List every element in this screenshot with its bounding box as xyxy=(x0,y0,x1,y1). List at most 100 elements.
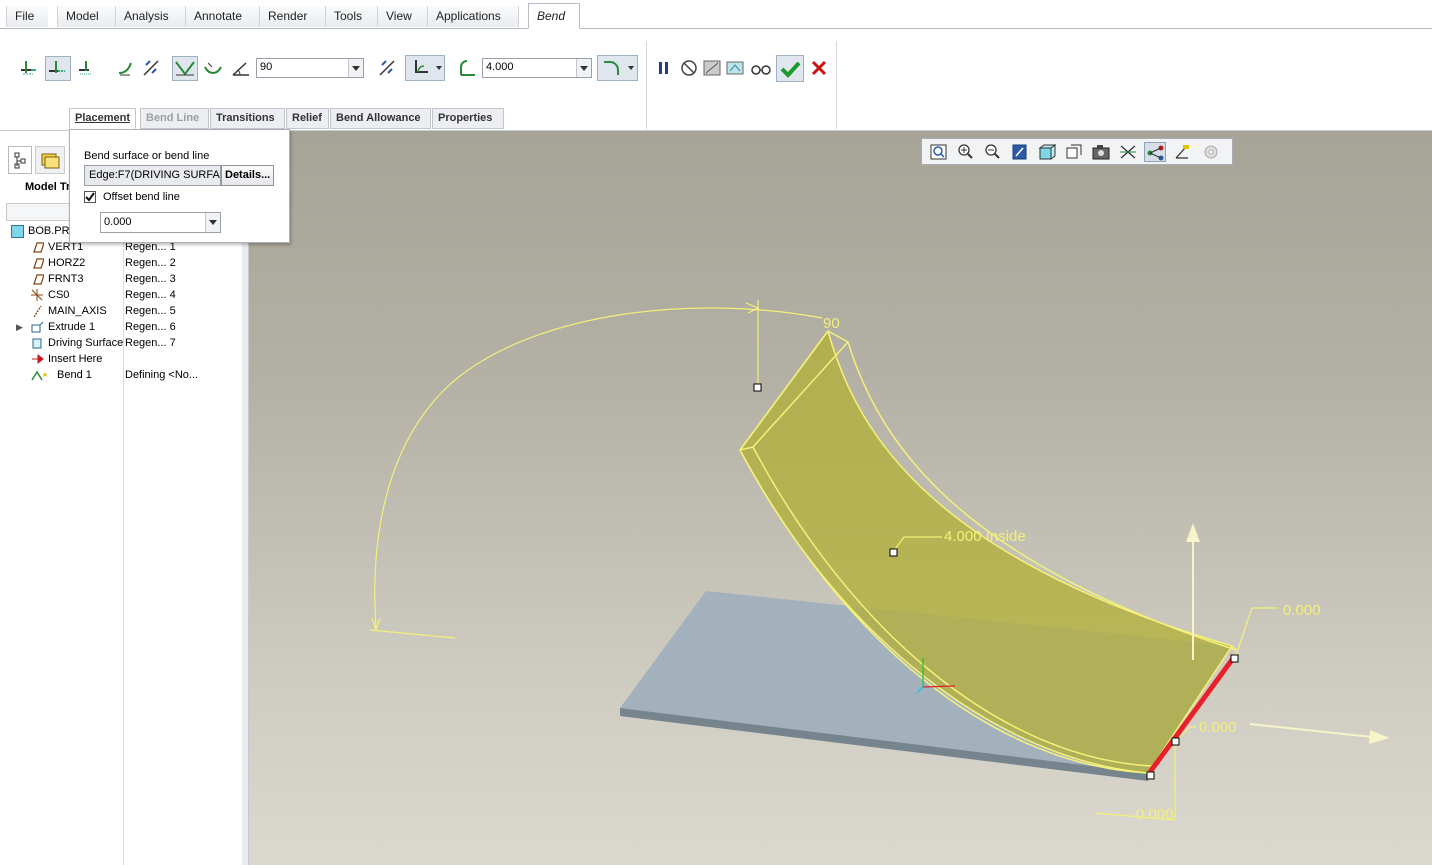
tab-annotate[interactable]: Annotate xyxy=(185,6,259,27)
pause-icon[interactable] xyxy=(653,57,675,79)
chevron-down-icon[interactable] xyxy=(348,59,363,77)
direction-arrow[interactable] xyxy=(1249,723,1373,738)
radius-icon xyxy=(456,57,478,79)
tree-item-status: Regen... xyxy=(125,337,167,349)
display-style-icon[interactable] xyxy=(1036,142,1058,162)
zoom-in-icon[interactable] xyxy=(955,142,977,162)
radius-dimension-label[interactable]: 4.000 Inside xyxy=(944,528,1026,545)
drag-handle[interactable] xyxy=(1146,771,1155,780)
reference-collector[interactable]: Edge:F7(DRIVING SURFACE) xyxy=(84,165,221,186)
datum-axis-icon xyxy=(33,305,42,317)
checkmark-icon xyxy=(85,192,95,202)
offset-dimension-label[interactable]: 0.000 xyxy=(1136,806,1174,823)
tab-view[interactable]: View xyxy=(377,6,427,27)
tree-item-status: Regen... xyxy=(125,289,167,301)
bend-direction-icon[interactable] xyxy=(115,57,137,79)
offset-leader xyxy=(1235,607,1278,656)
chevron-down-icon[interactable] xyxy=(205,213,220,232)
datum-plane-icon xyxy=(33,242,44,253)
extrude-icon xyxy=(31,321,44,333)
drag-handle[interactable] xyxy=(1171,737,1180,746)
angle-icon xyxy=(230,57,252,79)
bend-other-side-icon[interactable] xyxy=(202,57,224,79)
bend-transition-icon[interactable] xyxy=(76,57,98,79)
view-manager-icon[interactable] xyxy=(1090,142,1112,162)
geometry-preview-icon[interactable] xyxy=(701,57,723,79)
view-toolbar xyxy=(921,138,1233,165)
tree-item-status: Regen... xyxy=(125,321,167,333)
glasses-preview-icon[interactable] xyxy=(750,57,772,79)
tree-item-number: 6 xyxy=(169,321,176,333)
flip-direction-icon[interactable] xyxy=(140,57,162,79)
surface-icon xyxy=(32,338,42,349)
offset-dimension-label[interactable]: 0.000 xyxy=(1199,719,1237,736)
tab-tools[interactable]: Tools xyxy=(325,6,377,27)
appearance-icon[interactable] xyxy=(1200,142,1222,162)
angle-dimension-label[interactable]: 90 xyxy=(823,315,840,332)
radius-combo[interactable]: 4.000 xyxy=(482,58,592,78)
offset-checkbox-label: Offset bend line xyxy=(103,191,180,203)
tree-item-status: Regen... xyxy=(125,273,167,285)
subtab-relief[interactable]: Relief xyxy=(286,108,329,129)
coordinate-system-icon xyxy=(31,289,43,301)
offset-value-combo[interactable]: 0.000 xyxy=(100,212,221,233)
folder-browser-tab-icon[interactable] xyxy=(35,146,65,174)
bend-roll-icon[interactable] xyxy=(45,56,71,81)
tree-item-name: FRNT3 xyxy=(48,273,84,285)
repaint-icon[interactable] xyxy=(1009,142,1031,162)
refit-icon[interactable] xyxy=(928,142,950,162)
tab-analysis[interactable]: Analysis xyxy=(115,6,185,27)
subtab-bend-line[interactable]: Bend Line xyxy=(140,108,209,129)
radius-side-button[interactable] xyxy=(405,55,445,81)
datum-plane-icon xyxy=(33,258,44,269)
model-graphics[interactable]: 90 4.000 Inside 0.000 0.000 0.000 xyxy=(249,131,1432,865)
tree-item-status: Defining xyxy=(125,369,166,381)
details-button[interactable]: Details... xyxy=(221,165,274,186)
flip-angle-icon[interactable] xyxy=(376,57,398,79)
offset-checkbox[interactable] xyxy=(84,191,96,203)
drag-handle[interactable] xyxy=(753,383,762,392)
spin-center-icon[interactable] xyxy=(1171,142,1193,162)
ribbon-separator xyxy=(836,41,837,129)
chevron-down-icon[interactable] xyxy=(576,59,591,77)
subtab-transitions[interactable]: Transitions xyxy=(210,108,285,129)
offset-dimension-label[interactable]: 0.000 xyxy=(1283,602,1321,619)
tab-applications[interactable]: Applications xyxy=(427,6,519,27)
drag-handle[interactable] xyxy=(889,548,898,557)
placement-label: Bend surface or bend line xyxy=(84,150,210,162)
placement-panel: Bend surface or bend line Edge:F7(DRIVIN… xyxy=(69,129,290,243)
arrow-head-icon[interactable] xyxy=(1186,523,1200,542)
tree-item-number: 2 xyxy=(169,257,176,269)
bend-flat-icon[interactable] xyxy=(18,57,40,79)
drag-handle[interactable] xyxy=(1230,654,1239,663)
menu-tab-bar: File ▼ Model Analysis Annotate Render To… xyxy=(0,0,1432,43)
radius-type-button[interactable] xyxy=(597,55,638,81)
tree-item-name: Extrude 1 xyxy=(48,321,96,333)
tree-item-name: Insert Here xyxy=(48,353,103,365)
confirm-button[interactable] xyxy=(776,55,804,82)
cancel-button[interactable] xyxy=(808,57,830,79)
graphics-viewport[interactable]: 90 4.000 Inside 0.000 0.000 0.000 xyxy=(249,131,1432,865)
tab-render[interactable]: Render xyxy=(259,6,325,27)
tab-file[interactable]: File ▼ xyxy=(6,6,48,43)
tab-model[interactable]: Model xyxy=(57,6,115,27)
subtab-placement-label: Placement xyxy=(75,112,131,124)
zoom-out-icon[interactable] xyxy=(982,142,1004,162)
angle-combo[interactable]: 90 xyxy=(256,58,364,78)
subtab-bend-allowance[interactable]: Bend Allowance xyxy=(330,108,431,129)
tree-item-status: Regen... xyxy=(125,305,167,317)
bend-both-sides-icon[interactable] xyxy=(172,56,198,81)
model-tree-tab-icon[interactable] xyxy=(8,146,32,174)
insert-arrow-icon xyxy=(32,353,44,365)
arrow-head-icon[interactable] xyxy=(1369,730,1390,744)
subtab-placement[interactable]: Placement xyxy=(69,108,137,129)
tree-item-name: Driving Surface xyxy=(48,337,124,349)
verify-mode-icon[interactable] xyxy=(724,57,746,79)
subtab-properties[interactable]: Properties xyxy=(432,108,504,129)
no-preview-icon[interactable] xyxy=(678,57,700,79)
annotation-display-icon[interactable] xyxy=(1144,142,1166,162)
saved-orientations-icon[interactable] xyxy=(1063,142,1085,162)
expand-arrow-icon[interactable]: ▶ xyxy=(16,319,23,335)
datum-display-icon[interactable] xyxy=(1117,142,1139,162)
tab-bend[interactable]: Bend xyxy=(528,3,580,29)
